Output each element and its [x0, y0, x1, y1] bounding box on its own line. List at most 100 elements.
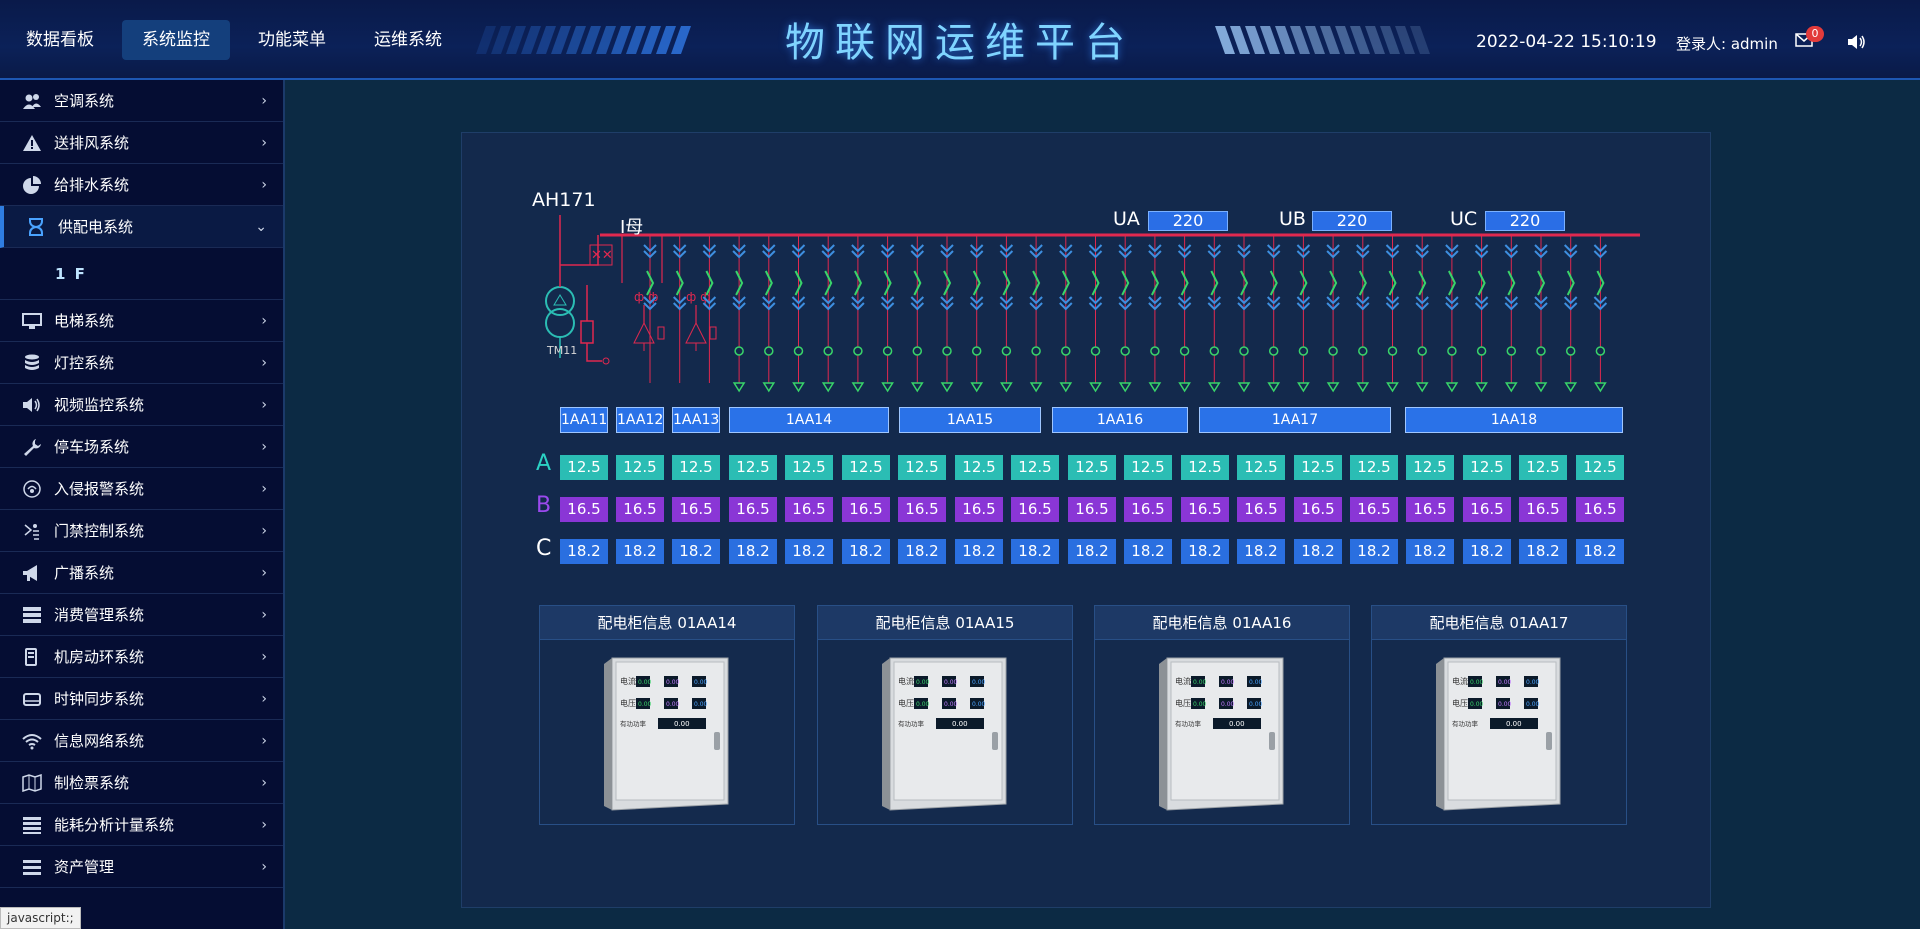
feeder-arrow	[851, 382, 865, 393]
svg-text:0.00: 0.00	[1249, 679, 1263, 686]
svg-text:0.00: 0.00	[1526, 701, 1540, 708]
phase-b-cell: 16.5	[785, 497, 833, 522]
cabinet-card-01aa14[interactable]: 配电柜信息 01AA14 电流 0.00 0.00 0.00 电压 0.00 0.00 0.0…	[539, 605, 795, 825]
phase-c-label: C	[536, 536, 552, 561]
chevron-right-icon: ›	[261, 93, 267, 109]
sidebar-subitem-1f[interactable]: 1 F	[0, 248, 283, 300]
arrester-glyph: ф ф	[686, 290, 710, 304]
sidebar-item-4[interactable]: 电梯系统 ›	[0, 300, 283, 342]
svg-text:0.00: 0.00	[666, 679, 680, 686]
phase-b-cell: 16.5	[1181, 497, 1229, 522]
sidebar-item-3[interactable]: 供配电系统 ⌄	[0, 206, 283, 248]
cabinet-1aa13[interactable]: 1AA13	[672, 407, 720, 433]
feeder-arrow	[821, 382, 835, 393]
feeder-node	[971, 346, 982, 356]
cabinet-1aa17[interactable]: 1AA17	[1199, 407, 1391, 433]
bus-label: I母	[620, 217, 644, 238]
resistor-symbol	[580, 320, 594, 344]
feeder-arrow	[1564, 382, 1578, 393]
feeder-arrow	[1029, 382, 1043, 393]
feeder-arrow	[732, 382, 746, 393]
sidebar-item-7[interactable]: 停车场系统 ›	[0, 426, 283, 468]
sidebar-item-14[interactable]: 信息网络系统 ›	[0, 720, 283, 762]
alarm-icon	[23, 480, 41, 498]
phase-b-cell: 16.5	[1068, 497, 1116, 522]
sidebar-item-11[interactable]: 消费管理系统 ›	[0, 594, 283, 636]
svg-text:0.00: 0.00	[944, 701, 958, 708]
svg-text:0.00: 0.00	[1249, 701, 1263, 708]
cabinet-card-title: 配电柜信息 01AA15	[818, 606, 1072, 640]
chevron-right-icon: ›	[261, 355, 267, 371]
chevron-right-icon: ›	[261, 523, 267, 539]
phase-a-cell: 12.5	[1181, 455, 1229, 480]
users-icon	[23, 94, 41, 109]
phase-b-cell: 16.5	[616, 497, 664, 522]
phase-b-cell: 16.5	[1294, 497, 1342, 522]
phase-c-cell: 18.2	[1406, 539, 1454, 564]
feeder-node	[1447, 346, 1457, 356]
cabinet-card-01aa16[interactable]: 配电柜信息 01AA16 电流 0.00 0.00 0.00 电压 0.00 0.00 0.0…	[1094, 605, 1350, 825]
cabinet-1aa15[interactable]: 1AA15	[899, 407, 1041, 433]
cabinet-1aa16[interactable]: 1AA16	[1052, 407, 1188, 433]
feeder-arrow	[1386, 382, 1399, 393]
svg-text:0.00: 0.00	[1229, 720, 1245, 728]
sidebar-item-5[interactable]: 灯控系统 ›	[0, 342, 283, 384]
svg-text:0.00: 0.00	[972, 679, 986, 686]
sidebar-item-0[interactable]: 空调系统 ›	[0, 80, 283, 122]
wrench-icon	[24, 439, 41, 456]
chevron-right-icon: ›	[261, 691, 267, 707]
sidebar-item-12[interactable]: 机房动环系统 ›	[0, 636, 283, 678]
sidebar-item-6[interactable]: 视频监控系统 ›	[0, 384, 283, 426]
cabinet-card-title: 配电柜信息 01AA16	[1095, 606, 1349, 640]
fuse-glyph: ✕✕	[591, 248, 613, 263]
sidebar-item-15[interactable]: 制检票系统 ›	[0, 762, 283, 804]
phase-c-cell: 18.2	[1576, 539, 1624, 564]
power-label: 有功功率	[620, 719, 647, 728]
sidebar-item-17[interactable]: 资产管理 ›	[0, 846, 283, 888]
feeder-node	[1001, 346, 1012, 356]
power-label: 有功功率	[1452, 719, 1479, 728]
svg-text:0.00: 0.00	[916, 701, 930, 708]
cabinet-1aa14[interactable]: 1AA14	[729, 407, 889, 433]
cabinet-card-01aa15[interactable]: 配电柜信息 01AA15 电流 0.00 0.00 0.00 电压 0.00 0.00 0.0…	[817, 605, 1073, 825]
sidebar-item-label: 时钟同步系统	[54, 690, 145, 708]
sidebar-item-16[interactable]: 能耗分析计量系统 ›	[0, 804, 283, 846]
sidebar-item-9[interactable]: 门禁控制系统 ›	[0, 510, 283, 552]
power-distribution-panel: ✕✕ ф фф ф AH171 I母 TM11 UA 220 UB 220 UC …	[461, 132, 1711, 908]
feeder-node	[1031, 346, 1041, 356]
feeder-node	[764, 346, 774, 356]
sidebar-item-10[interactable]: 广播系统 ›	[0, 552, 283, 594]
volume-icon[interactable]	[1846, 33, 1866, 51]
access-icon	[24, 524, 39, 540]
phase-c-cell: 18.2	[1350, 539, 1398, 564]
cabinet-1aa18[interactable]: 1AA18	[1405, 407, 1623, 433]
sidebar-item-2[interactable]: 给排水系统 ›	[0, 164, 283, 206]
chevron-right-icon: ›	[261, 481, 267, 497]
cabinet-1aa12[interactable]: 1AA12	[616, 407, 664, 433]
phase-a-cell: 12.5	[672, 455, 720, 480]
current-datetime: 2022-04-22 15:10:19	[1476, 32, 1657, 52]
feeder-node	[1476, 346, 1487, 356]
sidebar-item-8[interactable]: 入侵报警系统 ›	[0, 468, 283, 510]
cabinet-card-title: 配电柜信息 01AA14	[540, 606, 794, 640]
voltage-label: 电压	[1452, 698, 1468, 708]
sidebar-item-label: 送排风系统	[54, 134, 130, 152]
warning-icon	[23, 135, 41, 151]
phase-c-cell: 18.2	[842, 539, 890, 564]
phase-a-label: A	[536, 451, 552, 476]
sidebar-item-13[interactable]: 时钟同步系统 ›	[0, 678, 283, 720]
power-label: 有功功率	[898, 719, 925, 728]
feeder-arrow	[1504, 382, 1518, 393]
hourglass-icon	[29, 218, 43, 236]
sidebar-item-label: 供配电系统	[58, 218, 134, 236]
cabinet-card-01aa17[interactable]: 配电柜信息 01AA17 电流 0.00 0.00 0.00 电压 0.00 0.00 0.0…	[1371, 605, 1627, 825]
phase-c-cell: 18.2	[1294, 539, 1342, 564]
feeder-node	[912, 346, 923, 356]
cabinet-1aa11[interactable]: 1AA11	[560, 407, 608, 433]
feeder-node	[882, 346, 893, 356]
phase-c-cell: 18.2	[616, 539, 664, 564]
sidebar-item-1[interactable]: 送排风系统 ›	[0, 122, 283, 164]
phase-c-cell: 18.2	[1181, 539, 1229, 564]
feeder-arrow	[1267, 382, 1281, 393]
feeder-node	[853, 346, 863, 356]
